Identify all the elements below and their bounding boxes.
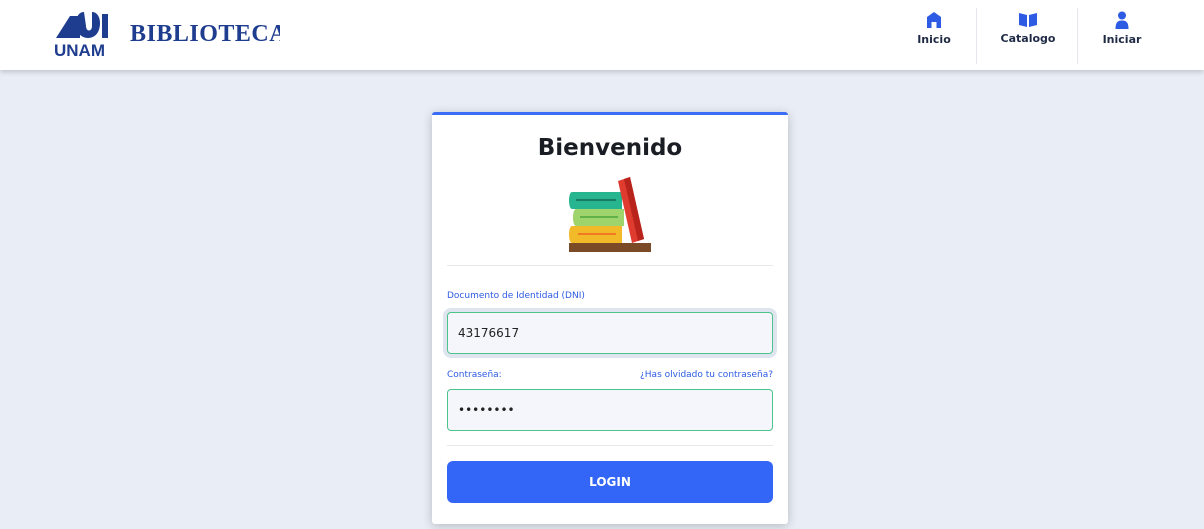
login-title: Bienvenido [537, 135, 683, 161]
password-input[interactable] [447, 389, 773, 431]
dni-input[interactable] [447, 312, 773, 354]
books-icon [569, 177, 651, 252]
password-label: Contraseña: [447, 370, 502, 380]
divider [447, 265, 773, 266]
nav-catalogo-label: Catalogo [1000, 31, 1056, 45]
user-icon [1115, 11, 1129, 29]
divider [447, 445, 773, 446]
site-title: BIBLIOTECA [130, 21, 280, 47]
nav-divider [976, 8, 977, 64]
home-icon [927, 11, 941, 28]
nav-inicio-label: Inicio [917, 32, 951, 46]
nav-inicio[interactable]: Inicio [884, 0, 984, 56]
nav-catalogo[interactable]: Catalogo [978, 0, 1078, 56]
book-open-icon [1019, 12, 1037, 27]
logo-text: UNAM [54, 41, 105, 60]
dni-label: Documento de Identidad (DNI) [447, 291, 585, 301]
login-card: Bienvenido Documento de Identidad (DNI) … [432, 112, 788, 524]
nav-iniciar[interactable]: Iniciar [1072, 0, 1172, 56]
top-navbar: UNAM BIBLIOTECA Inicio Catalogo Iniciar [0, 0, 1204, 70]
nav-iniciar-label: Iniciar [1102, 32, 1142, 46]
forgot-password-link[interactable]: ¿Has olvidado tu contraseña? [640, 370, 773, 380]
unam-logo: UNAM [52, 8, 114, 62]
login-button[interactable]: LOGIN [447, 461, 773, 503]
brand[interactable]: UNAM BIBLIOTECA [52, 8, 280, 62]
unam-emblem-icon [56, 12, 108, 38]
